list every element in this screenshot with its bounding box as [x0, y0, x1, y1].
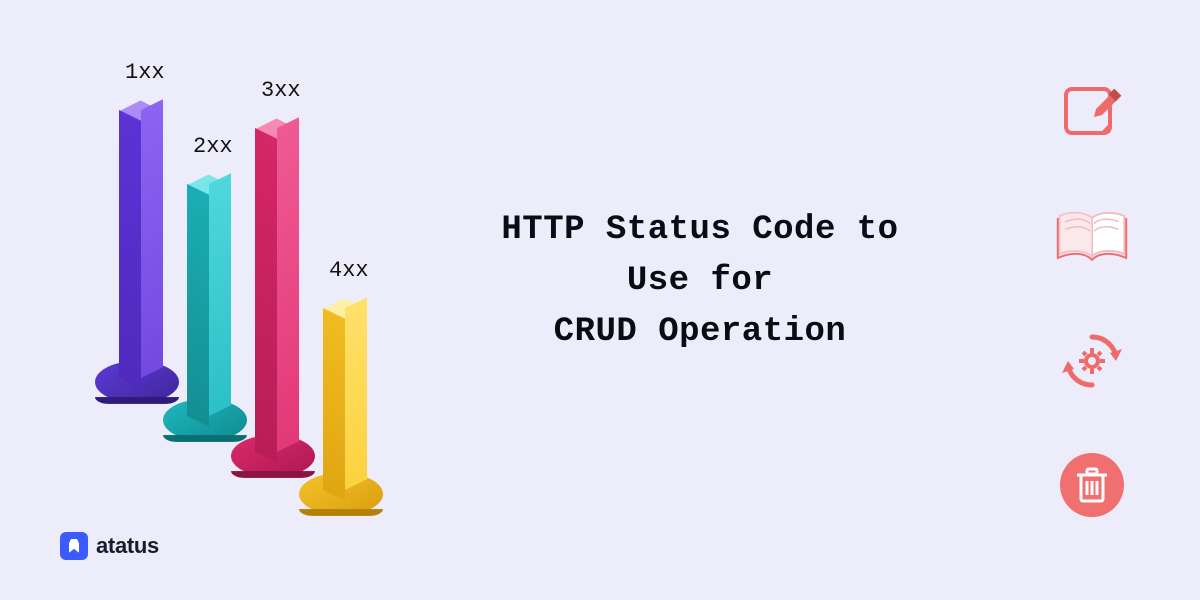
title-line-1: HTTP Status Code to — [501, 211, 898, 249]
bar-label-1xx: 1xx — [125, 60, 165, 85]
bar-label-4xx: 4xx — [329, 258, 369, 283]
read-icon — [1054, 199, 1130, 275]
create-icon — [1054, 75, 1130, 151]
title-line-2: Use for — [627, 262, 773, 300]
logo-mark-icon — [60, 532, 88, 560]
delete-icon — [1054, 447, 1130, 523]
logo-text: atatus — [96, 533, 159, 559]
status-code-bars: 1xx 2xx 3xx 4xx — [95, 60, 435, 480]
title-line-3: CRUD Operation — [554, 313, 847, 351]
page-title: HTTP Status Code to Use for CRUD Operati… — [400, 205, 1000, 358]
brand-logo: atatus — [60, 532, 159, 560]
bar-label-2xx: 2xx — [193, 134, 233, 159]
bar-label-3xx: 3xx — [261, 78, 301, 103]
update-icon — [1054, 323, 1130, 399]
crud-icon-column — [1054, 75, 1130, 523]
